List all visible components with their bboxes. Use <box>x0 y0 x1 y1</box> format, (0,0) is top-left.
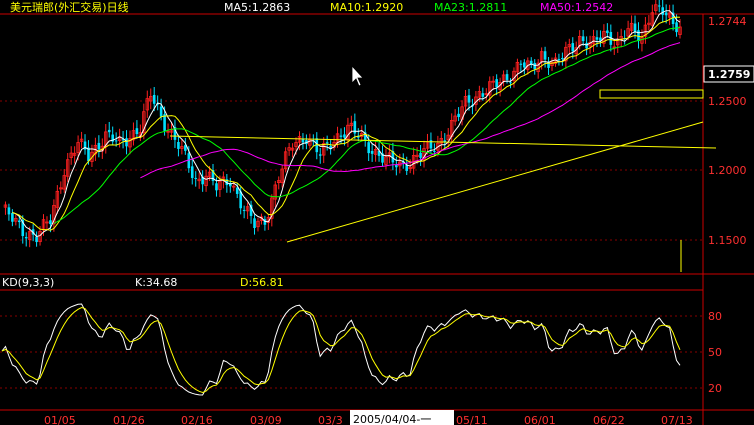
candle-body <box>657 5 661 7</box>
chart-title: 美元瑞郎(外汇交易)日线 <box>10 0 129 14</box>
candle-body <box>543 51 547 60</box>
candle-body <box>557 58 561 61</box>
candle-body <box>24 236 28 239</box>
candle-body <box>194 177 198 179</box>
candle-body <box>17 220 21 223</box>
date-axis: 01/05 01/26 02/16 03/09 03/3 05/11 06/01… <box>44 410 693 425</box>
candle-body <box>49 220 52 225</box>
candle-body <box>253 218 256 228</box>
date-tick-label: 06/22 <box>593 414 625 425</box>
candle-body <box>242 209 246 211</box>
kd-k-label: K:34.68 <box>135 276 177 289</box>
candle-body <box>661 7 665 15</box>
highlight-box <box>599 89 704 99</box>
candle-body <box>433 150 436 152</box>
ma23-line <box>53 26 681 224</box>
candle-body <box>152 94 156 104</box>
candle-body <box>519 63 523 65</box>
candle-body <box>235 187 239 194</box>
candle-body <box>125 138 128 147</box>
candle-body <box>523 62 526 68</box>
candle-body <box>457 113 460 118</box>
candle-body <box>190 166 194 178</box>
candle-body <box>581 36 585 42</box>
forex-chart: 美元瑞郎(外汇交易)日线 MA5:1.2863 MA10:1.2920 MA23… <box>0 0 754 425</box>
date-tick-label: 07/13 <box>661 414 693 425</box>
candle-body <box>675 22 678 33</box>
ma50-label: MA50:1.2542 <box>540 1 613 14</box>
candle-body <box>664 12 668 16</box>
candlestick-series <box>3 0 682 248</box>
candle-body <box>339 135 343 137</box>
chart-frame <box>0 13 754 425</box>
ma10-label: MA10:1.2920 <box>330 1 403 14</box>
candle-body <box>97 142 101 150</box>
date-cursor-label: 2005/04/04-一 <box>353 413 431 425</box>
candle-body <box>7 207 11 215</box>
current-price-label: 1.2759 <box>708 68 750 81</box>
candle-body <box>318 154 322 156</box>
candle-body <box>533 62 537 70</box>
price-tick-label: 1.2500 <box>708 95 747 108</box>
candle-body <box>367 142 370 154</box>
price-tick-label: 1.1500 <box>708 234 747 247</box>
candle-body <box>633 23 637 33</box>
candle-body <box>561 57 564 59</box>
kd-name-label: KD(9,3,3) <box>2 276 54 289</box>
candle-body <box>481 93 485 97</box>
kd-k-line <box>1 303 681 396</box>
candle-body <box>606 30 609 34</box>
date-tick-label: 05/11 <box>456 414 488 425</box>
candle-body <box>571 43 575 52</box>
candle-body <box>495 79 498 88</box>
candle-body <box>107 129 111 133</box>
candle-body <box>215 183 218 191</box>
price-tick-label: 1.2744 <box>708 15 747 28</box>
current-price-box: 1.2759 <box>703 65 754 83</box>
candle-body <box>35 236 38 243</box>
candle-body <box>467 95 471 103</box>
candle-body <box>87 147 90 162</box>
candle-body <box>325 142 329 144</box>
ma50-line <box>140 42 681 179</box>
candle-body <box>419 152 422 158</box>
candle-body <box>135 128 139 135</box>
date-tick-label: 03/09 <box>250 414 282 425</box>
date-tick-label: 06/01 <box>524 414 556 425</box>
date-tick-label: 02/16 <box>181 414 213 425</box>
candle-body <box>370 150 374 154</box>
candle-body <box>637 30 640 41</box>
kd-axis-label: 80 <box>708 310 722 323</box>
date-tick-label: 03/3 <box>318 414 343 425</box>
kd-d-line <box>1 306 681 394</box>
ma5-label: MA5:1.2863 <box>224 1 290 14</box>
candle-body <box>114 140 118 142</box>
candle-body <box>585 42 588 49</box>
candle-body <box>509 82 512 84</box>
candle-body <box>343 134 346 138</box>
date-tick-label: 01/05 <box>44 414 76 425</box>
candle-body <box>163 114 166 131</box>
date-tick-label: 01/26 <box>113 414 145 425</box>
candle-body <box>395 164 398 168</box>
kd-series <box>1 303 681 396</box>
ma23-label: MA23:1.2811 <box>434 1 507 14</box>
candle-body <box>505 74 509 80</box>
kd-d-label: D:56.81 <box>240 276 284 289</box>
price-tick-label: 1.2000 <box>708 164 747 177</box>
candle-body <box>595 37 599 40</box>
kd-axis-label: 50 <box>708 346 722 359</box>
candle-body <box>177 141 180 149</box>
candle-body <box>11 212 14 222</box>
kd-axis-label: 20 <box>708 382 722 395</box>
candle-body <box>159 106 163 117</box>
mouse-cursor-icon <box>351 64 364 87</box>
